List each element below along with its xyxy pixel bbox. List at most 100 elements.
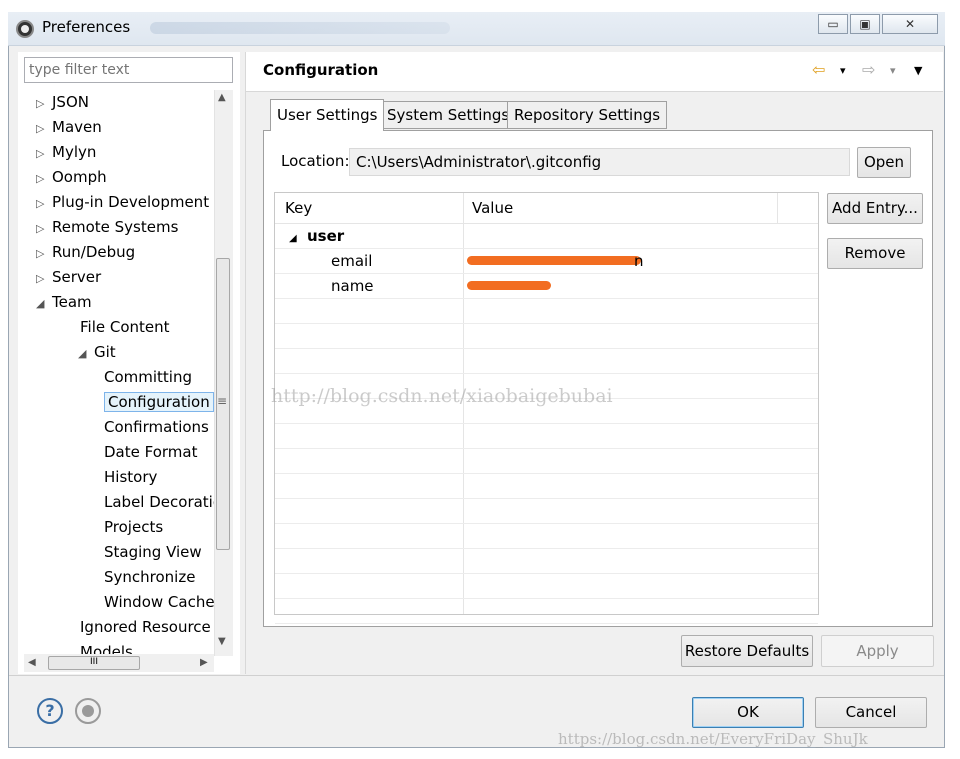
sidebar-item-staging-view[interactable]: Staging View xyxy=(104,540,202,564)
collapsed-arrow-icon[interactable]: ▷ xyxy=(36,142,52,166)
tab-user-settings[interactable]: User Settings xyxy=(270,99,385,131)
sidebar-item-label-decoratio[interactable]: Label Decoratio xyxy=(104,490,214,514)
table-header xyxy=(275,193,818,224)
tab-system-settings[interactable]: System Settings xyxy=(380,101,517,129)
back-arrow-icon[interactable]: ⇦ xyxy=(812,60,825,79)
sidebar-item-label: File Content xyxy=(80,318,170,336)
restore-defaults-button[interactable]: Restore Defaults xyxy=(681,635,813,667)
collapsed-arrow-icon[interactable]: ▷ xyxy=(36,167,52,191)
column-header-value[interactable]: Value xyxy=(472,193,513,223)
sidebar-item-label: Staging View xyxy=(104,543,202,561)
scroll-down-arrow-icon[interactable]: ▼ xyxy=(218,636,226,647)
tab-repository-settings[interactable]: Repository Settings xyxy=(507,101,668,129)
sidebar-item-window-cache[interactable]: Window Cache xyxy=(104,590,214,614)
preference-tree: ▷ JSON ▷ Maven ▷ Mylyn ▷ Oomph ▷ Plug-in Developm… xyxy=(24,90,214,656)
sidebar-item-label: Oomph xyxy=(52,168,107,186)
sidebar-item-server[interactable]: ▷ Server xyxy=(36,265,101,289)
sidebar-item-json[interactable]: ▷ JSON xyxy=(36,90,89,114)
sidebar-item-remote-systems[interactable]: ▷ Remote Systems xyxy=(36,215,178,239)
expand-arrow-icon[interactable]: ◢ xyxy=(289,227,307,251)
collapsed-arrow-icon[interactable]: ▷ xyxy=(36,117,52,141)
sidebar-item-date-format[interactable]: Date Format xyxy=(104,440,197,464)
view-menu-icon[interactable]: ▼ xyxy=(914,64,922,77)
back-menu-icon[interactable]: ▾ xyxy=(840,64,846,77)
sidebar-item-label: Server xyxy=(52,268,102,286)
sidebar-item-maven[interactable]: ▷ Maven xyxy=(36,115,102,139)
blurred-background-title xyxy=(150,22,450,34)
table-row-line xyxy=(275,448,818,449)
sidebar-item-label: History xyxy=(104,468,158,486)
entry-value-email[interactable]: n xyxy=(634,249,644,273)
tree-hscroll-thumb[interactable]: III xyxy=(48,656,140,670)
sidebar-item-committing[interactable]: Committing xyxy=(104,365,192,389)
column-header-key[interactable]: Key xyxy=(285,193,312,223)
table-row-line xyxy=(275,473,818,474)
sidebar-item-run-debug[interactable]: ▷ Run/Debug xyxy=(36,240,135,264)
maximize-button[interactable]: ▣ xyxy=(850,14,880,34)
sidebar-item-label: Date Format xyxy=(104,443,198,461)
sidebar-item-team[interactable]: ◢ Team xyxy=(36,290,92,314)
sidebar-item-mylyn[interactable]: ▷ Mylyn xyxy=(36,140,96,164)
open-button[interactable]: Open xyxy=(857,147,911,178)
collapsed-arrow-icon[interactable]: ▷ xyxy=(36,267,52,291)
location-label: Location: xyxy=(281,152,350,170)
remove-button[interactable]: Remove xyxy=(827,238,923,269)
sidebar-item-label: Mylyn xyxy=(52,143,97,161)
sidebar-item-oomph[interactable]: ▷ Oomph xyxy=(36,165,107,189)
sidebar-item-projects[interactable]: Projects xyxy=(104,515,163,539)
scroll-right-arrow-icon[interactable]: ▶ xyxy=(200,657,208,668)
redacted-name-value xyxy=(467,281,551,290)
collapsed-arrow-icon[interactable]: ▷ xyxy=(36,217,52,241)
table-row-line xyxy=(275,598,818,599)
sidebar-item-label: Synchronize xyxy=(104,568,196,586)
sidebar-item-configuration[interactable]: Configuration xyxy=(104,390,214,414)
sidebar-item-label: Maven xyxy=(52,118,102,136)
record-icon[interactable] xyxy=(75,698,101,724)
scroll-up-arrow-icon[interactable]: ▲ xyxy=(218,92,226,103)
add-entry-button[interactable]: Add Entry... xyxy=(827,193,923,224)
forward-arrow-icon[interactable]: ⇨ xyxy=(862,60,875,79)
minimize-button[interactable]: ▭ xyxy=(818,14,848,34)
footer-watermark: https://blog.csdn.net/EveryFriDay_ShuJk xyxy=(558,730,868,748)
sidebar-item-plug-in-development[interactable]: ▷ Plug-in Development xyxy=(36,190,209,214)
filter-input[interactable] xyxy=(24,57,233,83)
sidebar-item-confirmations-a[interactable]: Confirmations a xyxy=(104,415,214,439)
sidebar-item-ignored-resource[interactable]: Ignored Resource xyxy=(80,615,211,639)
collapsed-arrow-icon[interactable]: ▷ xyxy=(36,192,52,216)
table-row-line xyxy=(275,498,818,499)
expanded-arrow-icon[interactable]: ◢ xyxy=(78,342,94,366)
sidebar-item-label: Committing xyxy=(104,368,193,386)
table-row-line xyxy=(275,298,818,299)
close-button[interactable]: ✕ xyxy=(882,14,938,34)
table-row-line xyxy=(275,348,818,349)
expanded-arrow-icon[interactable]: ◢ xyxy=(36,292,52,316)
collapsed-arrow-icon[interactable]: ▷ xyxy=(36,242,52,266)
sidebar-item-file-content[interactable]: File Content xyxy=(80,315,170,339)
redacted-email-value xyxy=(467,256,641,265)
entry-key-name[interactable]: name xyxy=(331,274,374,298)
column-divider xyxy=(777,193,778,223)
table-row[interactable]: ◢ user xyxy=(289,224,344,248)
entry-key-email[interactable]: email xyxy=(331,249,372,273)
table-row-line xyxy=(275,523,818,524)
sidebar-item-history[interactable]: History xyxy=(104,465,157,489)
page-title: Configuration xyxy=(263,61,379,79)
table-row-line xyxy=(275,323,818,324)
scroll-left-arrow-icon[interactable]: ◀ xyxy=(28,657,36,668)
location-field[interactable]: C:\Users\Administrator\.gitconfig xyxy=(349,148,850,176)
scroll-grip-icon: ≡ xyxy=(217,394,228,408)
forward-menu-icon[interactable]: ▾ xyxy=(890,64,896,77)
table-row-line xyxy=(275,623,818,624)
sidebar-item-git[interactable]: ◢ Git xyxy=(78,340,116,364)
sidebar-item-synchronize[interactable]: Synchronize xyxy=(104,565,195,589)
ok-button[interactable]: OK xyxy=(692,697,804,728)
sidebar-item-label: Projects xyxy=(104,518,164,536)
eclipse-app-icon xyxy=(16,20,34,38)
title-bar[interactable] xyxy=(8,12,945,46)
collapsed-arrow-icon[interactable]: ▷ xyxy=(36,92,52,116)
sidebar-item-label: Confirmations a xyxy=(104,418,214,436)
cancel-button[interactable]: Cancel xyxy=(815,697,927,728)
help-icon[interactable]: ? xyxy=(37,698,63,724)
apply-button[interactable]: Apply xyxy=(821,635,934,667)
sidebar-item-label: Run/Debug xyxy=(52,243,136,261)
